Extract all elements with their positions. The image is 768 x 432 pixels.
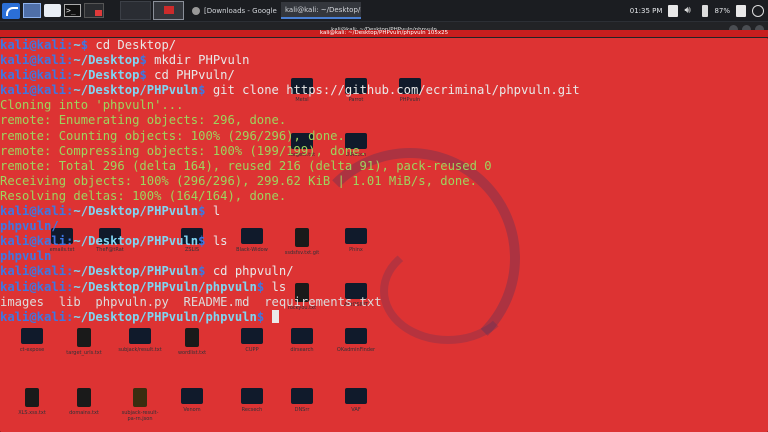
output-text: Receiving objects: 100% (296/296), 299.6…	[0, 173, 477, 188]
output-line: remote: Enumerating objects: 296, done.	[0, 113, 768, 128]
clock[interactable]: 01:35 PM	[630, 7, 663, 15]
prompt-line: kali@kali:~/Desktop/PHPvuln$ cd phpvuln/	[0, 264, 768, 279]
prompt-path: ~	[73, 38, 81, 52]
terminal-subtitle-bar: kali@kali: ~/Desktop/PHPvuln/phpvuln 105…	[0, 30, 768, 37]
notification-icon[interactable]	[668, 4, 679, 17]
output-line: phpvuln	[0, 249, 768, 264]
output-text: remote: Enumerating objects: 296, done.	[0, 113, 287, 128]
chrome-icon	[192, 6, 200, 15]
output-line: Resolving deltas: 100% (164/164), done.	[0, 189, 768, 204]
command-text: cd PHPvuln/	[154, 68, 235, 83]
launcher: >_	[0, 0, 104, 21]
prompt-line: kali@kali:~/Desktop/PHPvuln$ ls	[0, 234, 768, 249]
system-tray: 01:35 PM 🔊︎ 87%	[630, 4, 768, 17]
prompt-symbol: $	[198, 83, 213, 98]
command-text: git clone https://github.com/ecriminal/p…	[212, 83, 580, 98]
prompt-symbol: $	[198, 264, 213, 279]
prompt-path: ~/Desktop/PHPvuln/phpvuln	[73, 279, 257, 294]
workspace-switcher	[120, 1, 184, 20]
prompt-user: kali@kali	[0, 68, 67, 83]
command-text: l	[212, 204, 221, 219]
prompt-path: ~/Desktop/PHPvuln	[73, 234, 199, 249]
prompt-symbol: $	[256, 309, 272, 324]
top-panel: >_ [Downloads - Google Ch... kali@kali: …	[0, 0, 768, 432]
prompt-symbol: $	[198, 234, 213, 249]
output-line: remote: Counting objects: 100% (296/296)…	[0, 129, 768, 144]
prompt-user: kali@kali	[0, 309, 67, 324]
prompt-line: kali@kali:~/Desktop$ cd PHPvuln/	[0, 68, 768, 83]
volume-icon[interactable]: 🔊︎	[684, 5, 696, 17]
prompt-user: kali@kali	[0, 264, 67, 279]
prompt-user: kali@kali	[0, 83, 67, 98]
prompt-path: ~/Desktop/PHPvuln	[73, 204, 199, 219]
prompt-user: kali@kali	[0, 279, 67, 294]
taskbar-item-label: [Downloads - Google Ch...	[204, 6, 277, 15]
prompt-user: kali@kali	[0, 53, 67, 68]
prompt-line: kali@kali:~$ cd Desktop/	[0, 38, 768, 53]
battery-icon[interactable]	[702, 4, 709, 17]
file-entry: requirements.txt	[264, 294, 382, 309]
workspace-1[interactable]	[120, 1, 151, 20]
command-text: ls	[212, 234, 228, 249]
prompt-symbol: $	[139, 68, 155, 83]
prompt-symbol: $	[198, 204, 213, 219]
prompt-line: kali@kali:~/Desktop/PHPvuln/phpvuln$ ls	[0, 280, 768, 295]
output-line: images lib phpvuln.py README.md requirem…	[0, 295, 768, 310]
power-icon[interactable]	[752, 4, 764, 17]
output-line: remote: Compressing objects: 100% (199/1…	[0, 144, 768, 159]
command-text: ls	[271, 279, 287, 294]
prompt-line: kali@kali:~/Desktop/PHPvuln/phpvuln$	[0, 309, 768, 325]
file-entry: phpvuln.py	[95, 294, 169, 309]
file-entry: README.md	[183, 294, 250, 309]
output-text: remote: Total 296 (delta 164), reused 21…	[0, 158, 492, 173]
output-text: Resolving deltas: 100% (164/164), done.	[0, 188, 287, 203]
file-entry: images	[0, 294, 45, 309]
directory-entry: phpvuln/	[0, 219, 59, 234]
prompt-symbol: $	[256, 279, 272, 294]
prompt-path: ~/Desktop	[73, 68, 140, 83]
command-text: cd phpvuln/	[212, 264, 294, 279]
command-text: cd Desktop/	[95, 38, 177, 52]
terminal-cursor	[271, 309, 279, 323]
prompt-symbol: $	[139, 53, 155, 68]
terminal-launcher-icon[interactable]: >_	[64, 4, 81, 17]
output-line: Receiving objects: 100% (296/296), 299.6…	[0, 174, 768, 189]
kali-menu-icon[interactable]	[2, 2, 20, 19]
workspace-2[interactable]	[153, 1, 184, 20]
output-line: Cloning into 'phpvuln'...	[0, 98, 768, 113]
prompt-path: ~/Desktop/PHPvuln	[73, 83, 199, 98]
command-text: mkdir PHPvuln	[154, 53, 250, 68]
prompt-line: kali@kali:~/Desktop/PHPvuln$ l	[0, 204, 768, 219]
output-line: remote: Total 296 (delta 164), reused 21…	[0, 159, 768, 174]
prompt-path: ~/Desktop/PHPvuln/phpvuln	[73, 309, 257, 324]
taskbar-item-chrome[interactable]: [Downloads - Google Ch...	[188, 2, 277, 19]
show-desktop-icon[interactable]	[23, 3, 41, 18]
battery-percent: 87%	[714, 6, 730, 15]
prompt-line: kali@kali:~/Desktop/PHPvuln$ git clone h…	[0, 83, 768, 98]
window-subtitle: kali@kali: ~/Desktop/PHPvuln/phpvuln 105…	[319, 30, 449, 36]
prompt-user: kali@kali	[0, 38, 67, 52]
lock-icon[interactable]	[736, 4, 746, 17]
terminal-output[interactable]: kali@kali:~$ cd Desktop/kali@kali:~/Desk…	[0, 38, 768, 432]
directory-entry: phpvuln	[0, 249, 52, 264]
file-entry: lib	[58, 294, 81, 309]
output-text: remote: Compressing objects: 100% (199/1…	[0, 143, 367, 158]
output-text: Cloning into 'phpvuln'...	[0, 98, 184, 113]
prompt-user: kali@kali	[0, 234, 67, 249]
prompt-path: ~/Desktop	[73, 53, 140, 68]
output-text: remote: Counting objects: 100% (296/296)…	[0, 128, 345, 143]
output-line: phpvuln/	[0, 219, 768, 234]
prompt-path: ~/Desktop/PHPvuln	[73, 264, 199, 279]
taskbar-item-label: kali@kali: ~/Desktop/PH...	[285, 5, 361, 14]
prompt-line: kali@kali:~/Desktop$ mkdir PHPvuln	[0, 53, 768, 68]
file-manager-icon[interactable]	[44, 4, 61, 17]
prompt-symbol: $	[80, 38, 96, 52]
browser-launcher-icon[interactable]	[84, 3, 104, 18]
prompt-user: kali@kali	[0, 204, 67, 219]
taskbar-item-terminal[interactable]: kali@kali: ~/Desktop/PH...	[0, 2, 768, 432]
